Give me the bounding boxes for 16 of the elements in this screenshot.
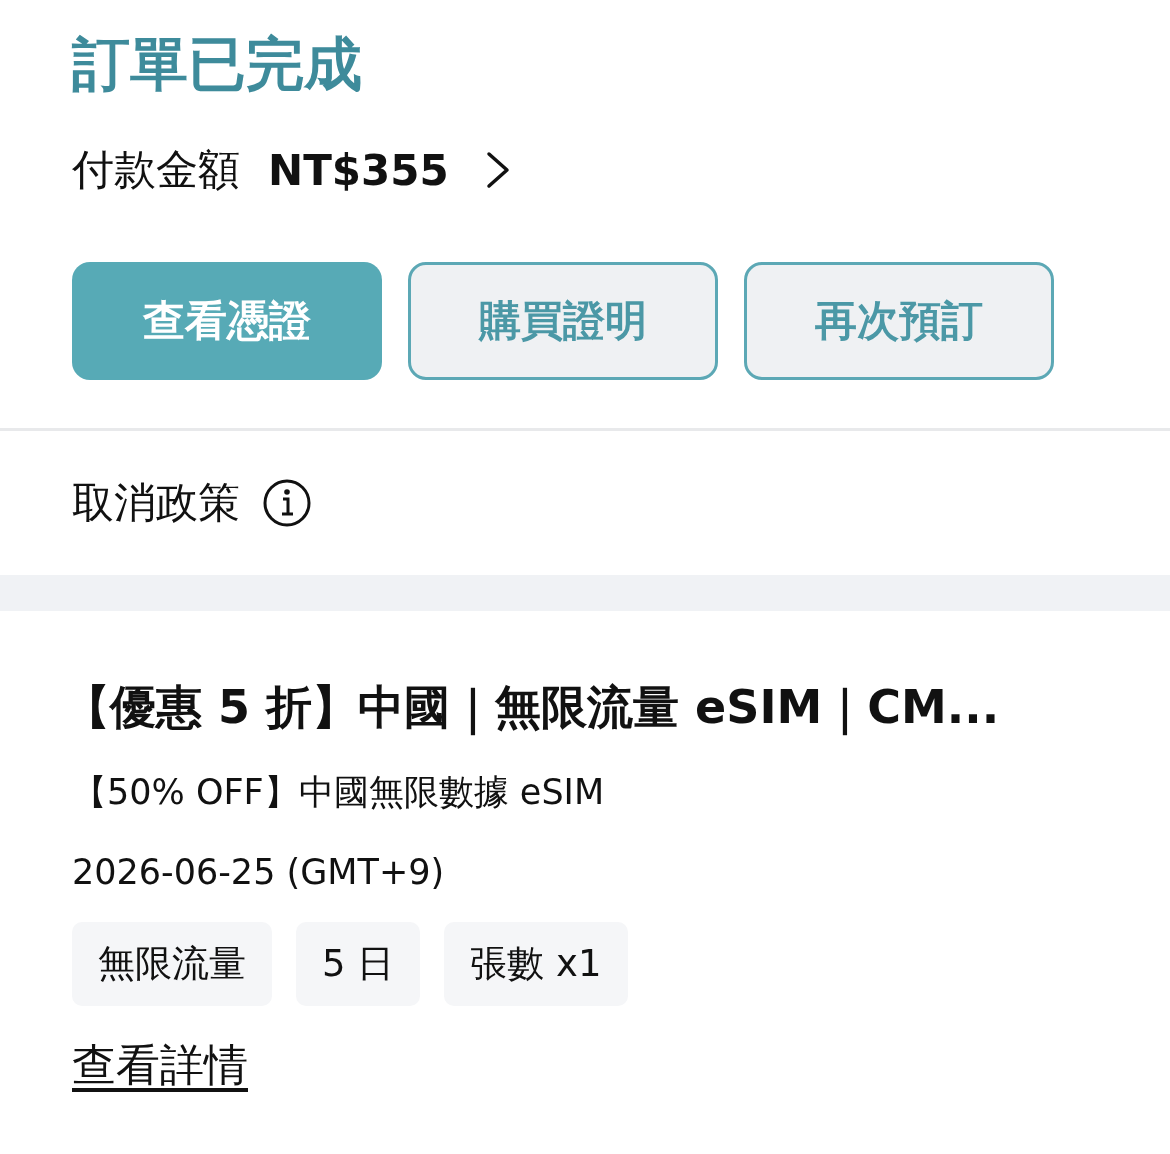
product-tag: 無限流量 (72, 922, 272, 1006)
product-title: 【優惠 5 折】中國｜無限流量 eSIM｜CM... (64, 679, 1001, 738)
product-tag: 張數 x1 (444, 922, 628, 1006)
chevron-right-icon[interactable] (484, 150, 511, 190)
info-icon[interactable] (262, 478, 312, 528)
view-details-link[interactable]: 查看詳情 (72, 1036, 248, 1095)
product-tag: 5 日 (296, 922, 421, 1006)
action-button[interactable]: 再次預訂 (744, 262, 1054, 380)
cancel-policy-label: 取消政策 (72, 477, 240, 529)
action-button[interactable]: 購買證明 (408, 262, 718, 380)
order-status-title: 訂單已完成 (72, 29, 363, 100)
product-subtitle: 【50% OFF】中國無限數據 eSIM (72, 771, 606, 814)
action-button[interactable]: 查看憑證 (72, 262, 382, 380)
payment-amount: NT$355 (268, 145, 449, 195)
payment-label: 付款金額 (72, 144, 240, 196)
product-date: 2026-06-25 (GMT+9) (72, 852, 446, 892)
